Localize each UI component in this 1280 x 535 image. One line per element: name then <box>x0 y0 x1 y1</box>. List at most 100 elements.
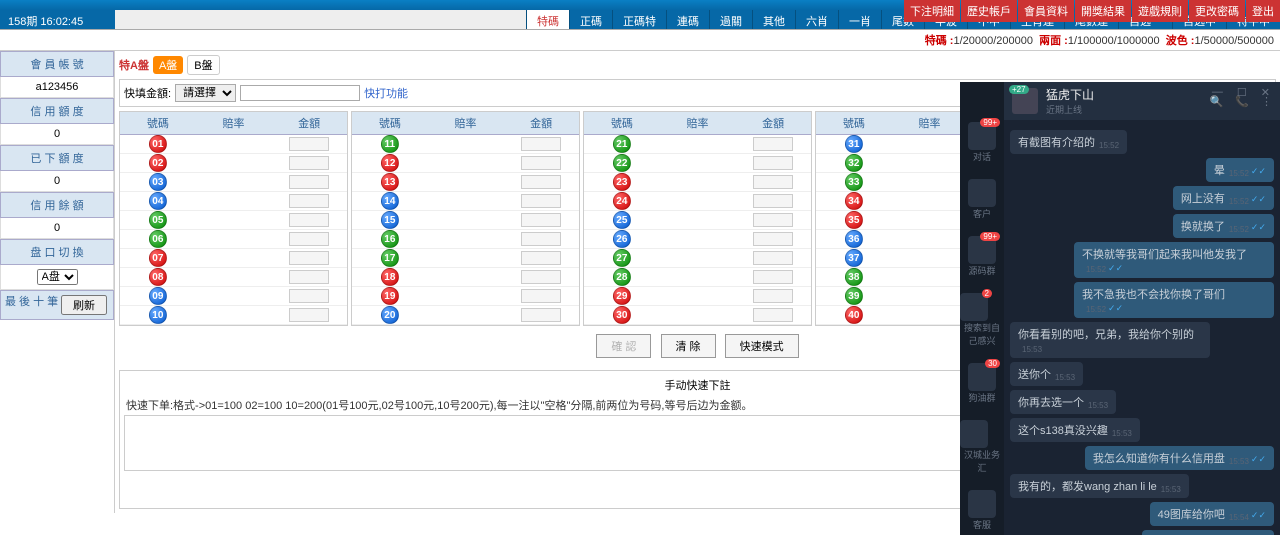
ball-32[interactable]: 32 <box>845 154 863 172</box>
number-row[interactable]: 13 <box>352 173 579 192</box>
chat-side-icon[interactable] <box>968 179 996 207</box>
amount-input[interactable] <box>289 137 329 151</box>
ball-13[interactable]: 13 <box>381 173 399 191</box>
number-row[interactable]: 21 <box>584 135 811 154</box>
chat-side-icon[interactable]: 99+ <box>968 236 996 264</box>
number-row[interactable]: 27 <box>584 249 811 268</box>
number-row[interactable]: 01 <box>120 135 347 154</box>
ball-27[interactable]: 27 <box>613 249 631 267</box>
amount-input[interactable] <box>521 251 561 265</box>
number-row[interactable]: 29 <box>584 287 811 306</box>
number-row[interactable]: 17 <box>352 249 579 268</box>
ball-26[interactable]: 26 <box>613 230 631 248</box>
quickfill-select[interactable]: 請選擇 <box>175 84 236 102</box>
ball-25[interactable]: 25 <box>613 211 631 229</box>
amount-input[interactable] <box>753 175 793 189</box>
game-tab[interactable]: 正碼 <box>569 10 612 29</box>
amount-input[interactable] <box>521 175 561 189</box>
refresh-button[interactable]: 刷新 <box>61 295 107 315</box>
number-row[interactable]: 11 <box>352 135 579 154</box>
ball-02[interactable]: 02 <box>149 154 167 172</box>
amount-input[interactable] <box>289 270 329 284</box>
amount-input[interactable] <box>521 194 561 208</box>
ball-15[interactable]: 15 <box>381 211 399 229</box>
amount-input[interactable] <box>753 232 793 246</box>
ball-30[interactable]: 30 <box>613 306 631 324</box>
number-row[interactable]: 02 <box>120 154 347 173</box>
topnav-link[interactable]: 遊戲規則 <box>1132 0 1188 22</box>
amount-input[interactable] <box>753 270 793 284</box>
number-row[interactable]: 12 <box>352 154 579 173</box>
topnav-link[interactable]: 更改密碼 <box>1189 0 1245 22</box>
number-row[interactable]: 19 <box>352 287 579 306</box>
maximize-icon[interactable]: ☐ <box>1237 86 1247 99</box>
ball-10[interactable]: 10 <box>149 306 167 324</box>
amount-input[interactable] <box>289 194 329 208</box>
game-tab[interactable]: 其他 <box>752 10 795 29</box>
topnav-link[interactable]: 下注明細 <box>904 0 960 22</box>
number-row[interactable]: 22 <box>584 154 811 173</box>
confirm-button[interactable]: 確 認 <box>596 334 651 358</box>
amount-input[interactable] <box>289 213 329 227</box>
number-row[interactable]: 15 <box>352 211 579 230</box>
amount-input[interactable] <box>289 175 329 189</box>
a-panel-tab[interactable]: A盤 <box>153 56 183 74</box>
ball-23[interactable]: 23 <box>613 173 631 191</box>
number-row[interactable]: 26 <box>584 230 811 249</box>
number-row[interactable]: 25 <box>584 211 811 230</box>
number-row[interactable]: 07 <box>120 249 347 268</box>
ball-18[interactable]: 18 <box>381 268 399 286</box>
ball-08[interactable]: 08 <box>149 268 167 286</box>
amount-input[interactable] <box>289 251 329 265</box>
ball-35[interactable]: 35 <box>845 211 863 229</box>
number-row[interactable]: 18 <box>352 268 579 287</box>
ball-19[interactable]: 19 <box>381 287 399 305</box>
amount-input[interactable] <box>521 213 561 227</box>
fast-mode-button[interactable]: 快速模式 <box>725 334 799 358</box>
amount-input[interactable] <box>289 232 329 246</box>
ball-14[interactable]: 14 <box>381 192 399 210</box>
chat-side-icon[interactable]: 30 <box>968 363 996 391</box>
ball-38[interactable]: 38 <box>845 268 863 286</box>
amount-input[interactable] <box>521 232 561 246</box>
number-row[interactable]: 23 <box>584 173 811 192</box>
amount-input[interactable] <box>521 308 561 322</box>
amount-input[interactable] <box>289 289 329 303</box>
ball-20[interactable]: 20 <box>381 306 399 324</box>
amount-input[interactable] <box>289 308 329 322</box>
ball-07[interactable]: 07 <box>149 249 167 267</box>
account-select[interactable]: A盘 <box>37 269 78 285</box>
number-row[interactable]: 16 <box>352 230 579 249</box>
game-tab[interactable]: 一肖 <box>838 10 881 29</box>
amount-input[interactable] <box>753 251 793 265</box>
ball-05[interactable]: 05 <box>149 211 167 229</box>
chat-side-icon[interactable] <box>960 420 988 448</box>
number-row[interactable]: 05 <box>120 211 347 230</box>
game-tab[interactable]: 連碼 <box>666 10 709 29</box>
game-tab[interactable]: 過關 <box>709 10 752 29</box>
ball-34[interactable]: 34 <box>845 192 863 210</box>
amount-input[interactable] <box>753 289 793 303</box>
topnav-link[interactable]: 歷史帳戶 <box>961 0 1017 22</box>
ball-39[interactable]: 39 <box>845 287 863 305</box>
amount-input[interactable] <box>289 156 329 170</box>
ball-11[interactable]: 11 <box>381 135 399 153</box>
number-row[interactable]: 14 <box>352 192 579 211</box>
ball-28[interactable]: 28 <box>613 268 631 286</box>
game-tab[interactable]: 六肖 <box>795 10 838 29</box>
number-row[interactable]: 09 <box>120 287 347 306</box>
number-row[interactable]: 24 <box>584 192 811 211</box>
amount-input[interactable] <box>753 156 793 170</box>
amount-input[interactable] <box>521 270 561 284</box>
game-tab[interactable]: 正碼特 <box>612 10 666 29</box>
quickplay-link[interactable]: 快打功能 <box>364 85 408 101</box>
quickfill-input[interactable] <box>240 85 360 101</box>
number-row[interactable]: 28 <box>584 268 811 287</box>
number-row[interactable]: 08 <box>120 268 347 287</box>
ball-09[interactable]: 09 <box>149 287 167 305</box>
topnav-link[interactable]: 會員資料 <box>1018 0 1074 22</box>
close-icon[interactable]: ✕ <box>1261 86 1270 99</box>
amount-input[interactable] <box>753 213 793 227</box>
ball-03[interactable]: 03 <box>149 173 167 191</box>
ball-22[interactable]: 22 <box>613 154 631 172</box>
